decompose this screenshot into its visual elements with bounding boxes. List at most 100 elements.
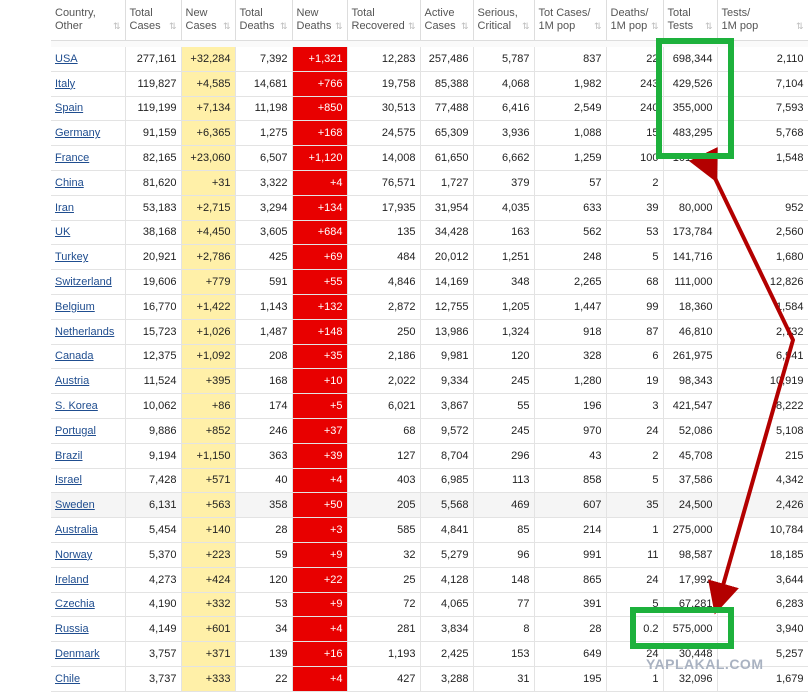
table-cell: 22 [606, 47, 664, 72]
country-link[interactable]: Canada [55, 350, 94, 362]
table-cell: +86 [181, 393, 236, 419]
country-link[interactable]: France [55, 152, 89, 164]
column-header[interactable]: Tot Cases/ 1M pop ⇅ [534, 0, 607, 41]
country-link[interactable]: Belgium [55, 301, 95, 313]
column-header[interactable]: Tests/ 1M pop ⇅ [717, 0, 808, 41]
country-link[interactable]: Norway [55, 549, 92, 561]
table-cell: 141,716 [663, 244, 718, 271]
sort-arrows-icon[interactable]: ⇅ [113, 20, 121, 33]
table-cell: 4,068 [473, 71, 535, 97]
table-cell: 6,131 [125, 492, 182, 519]
table-cell: 243 [606, 71, 664, 97]
sort-arrows-icon[interactable]: ⇅ [169, 20, 177, 33]
country-link[interactable]: Iran [55, 202, 74, 214]
column-header[interactable]: New Cases ⇅ [181, 0, 236, 41]
table-cell: 3 [606, 393, 664, 419]
table-cell: 24 [606, 567, 664, 593]
table-cell: +6,365 [181, 120, 236, 147]
country-link[interactable]: Sweden [55, 499, 95, 511]
sort-arrows-icon[interactable]: ⇅ [223, 20, 231, 33]
country-link[interactable]: S. Korea [55, 400, 98, 412]
country-link[interactable]: Spain [55, 102, 83, 114]
table-cell: +4 [292, 616, 348, 643]
table-cell: 96 [473, 542, 535, 568]
table-row: Ireland 4,273 +424 120 +22 25 4,128 148 865 24 17,… [51, 567, 808, 593]
table-cell: 82,165 [125, 145, 182, 171]
table-cell: 174 [235, 393, 293, 419]
table-cell: 24,500 [663, 492, 718, 519]
country-link[interactable]: Israel [55, 474, 82, 486]
country-link[interactable]: China [55, 177, 84, 189]
country-link[interactable]: Czechia [55, 598, 95, 610]
table-cell: +4,585 [181, 71, 236, 97]
table-cell: 57 [534, 170, 607, 196]
table-cell: 8 [473, 616, 535, 643]
table-cell: 53,183 [125, 195, 182, 221]
table-cell: 348 [473, 269, 535, 295]
table-cell: 205 [347, 492, 421, 519]
table-cell: 72 [347, 592, 421, 618]
country-link[interactable]: Russia [55, 623, 89, 635]
country-link[interactable]: Netherlands [55, 326, 114, 338]
country-link[interactable]: Chile [55, 673, 80, 685]
table-row: Iran 53,183 +2,715 3,294 +134 17,935 31,954 4,0… [51, 195, 808, 221]
table-cell: 19,758 [347, 71, 421, 97]
country-link[interactable]: Turkey [55, 251, 88, 263]
table-cell: +850 [292, 96, 348, 122]
sort-arrows-icon[interactable]: ⇅ [705, 20, 713, 33]
country-link[interactable]: USA [55, 53, 78, 65]
table-cell: +23,060 [181, 145, 236, 171]
country-link[interactable]: Ireland [55, 574, 89, 586]
sort-arrows-icon[interactable]: ⇅ [408, 20, 416, 33]
country-link[interactable]: Australia [55, 524, 98, 536]
table-row: Canada 12,375 +1,092 208 +35 2,186 9,981 120 328… [51, 344, 808, 370]
table-cell: 15,723 [125, 319, 182, 345]
table-cell: 98,587 [663, 542, 718, 568]
column-header-label: Country, Other [55, 7, 96, 32]
sort-arrows-icon[interactable]: ⇅ [594, 20, 602, 33]
table-cell: 46,810 [663, 319, 718, 345]
table-cell: +31 [181, 170, 236, 196]
sort-arrows-icon[interactable]: ⇅ [461, 20, 469, 33]
column-header[interactable]: Total Recovered ⇅ [347, 0, 421, 41]
country-cell: S. Korea [51, 393, 126, 419]
sort-arrows-icon[interactable]: ⇅ [796, 20, 804, 33]
table-cell: 10,062 [125, 393, 182, 419]
column-header[interactable]: Total Tests ⇅ [663, 0, 718, 41]
table-cell: 6,941 [717, 344, 808, 370]
table-cell: 4,035 [473, 195, 535, 221]
column-header[interactable]: Total Deaths ⇅ [235, 0, 293, 41]
table-cell: 14,008 [347, 145, 421, 171]
table-cell: 196 [534, 393, 607, 419]
table-cell: 195 [534, 666, 607, 692]
country-link[interactable]: Germany [55, 127, 100, 139]
country-link[interactable]: Austria [55, 375, 89, 387]
country-link[interactable]: Italy [55, 78, 75, 90]
sort-arrows-icon[interactable]: ⇅ [280, 20, 288, 33]
table-cell: +2,786 [181, 244, 236, 271]
country-link[interactable]: Denmark [55, 648, 100, 660]
table-cell: 14,169 [420, 269, 474, 295]
country-link[interactable]: Portugal [55, 425, 96, 437]
column-header[interactable]: Active Cases ⇅ [420, 0, 474, 41]
column-header[interactable]: Serious, Critical ⇅ [473, 0, 535, 41]
sort-arrows-icon[interactable]: ⇅ [335, 20, 343, 33]
table-cell: 85 [473, 517, 535, 543]
table-cell: 1,727 [420, 170, 474, 196]
table-cell: 28 [534, 616, 607, 643]
table-cell: 15 [606, 120, 664, 147]
table-cell: 2,425 [420, 641, 474, 667]
column-header[interactable]: Total Cases ⇅ [125, 0, 182, 41]
column-header[interactable]: Deaths/ 1M pop ⇅ [606, 0, 664, 41]
column-header[interactable]: New Deaths ⇅ [292, 0, 348, 41]
country-link[interactable]: Switzerland [55, 276, 112, 288]
column-header[interactable]: Country, Other ⇅ [51, 0, 126, 41]
table-cell: 16,770 [125, 294, 182, 320]
table-cell: 3,834 [420, 616, 474, 643]
country-link[interactable]: UK [55, 226, 70, 238]
sort-arrows-icon[interactable]: ⇅ [522, 20, 530, 33]
table-cell: 1,193 [347, 641, 421, 667]
sort-arrows-icon[interactable]: ⇅ [651, 20, 659, 33]
table-cell: 68 [606, 269, 664, 295]
country-link[interactable]: Brazil [55, 450, 83, 462]
